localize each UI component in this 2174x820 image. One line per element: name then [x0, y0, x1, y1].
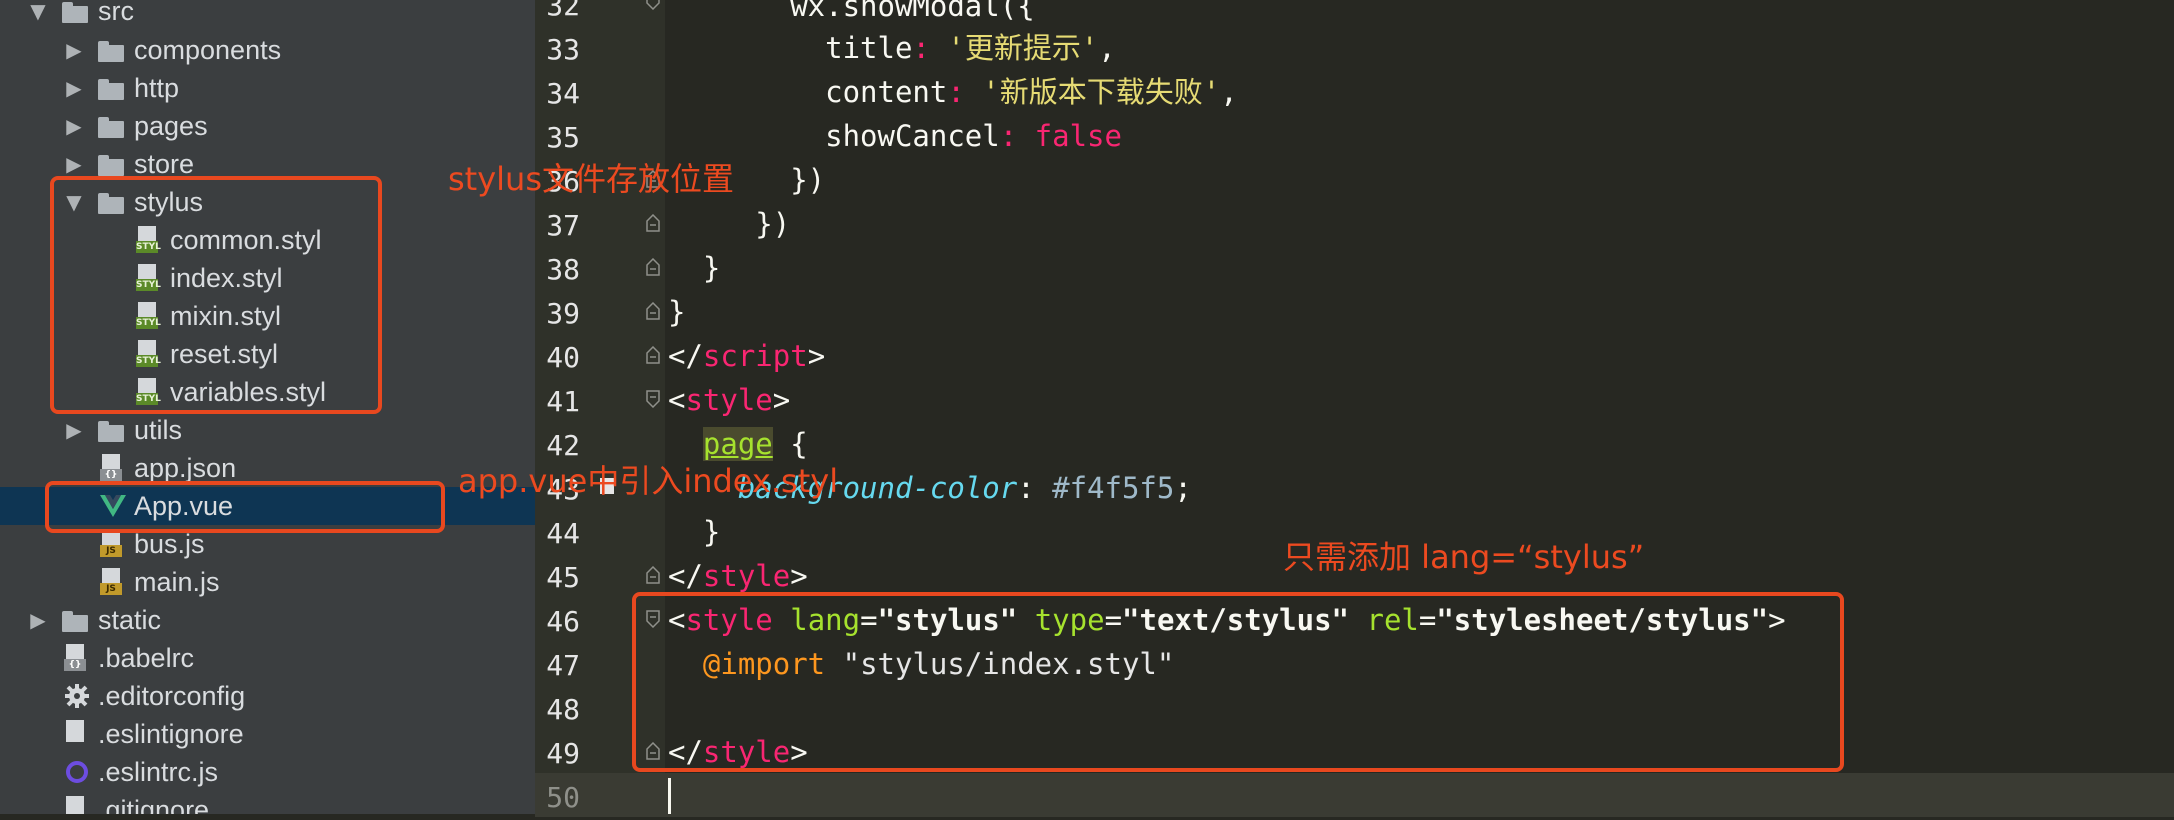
tree-item-label: utils [134, 415, 183, 445]
chevron-right-icon[interactable]: ▶ [26, 601, 50, 639]
line-number: 47 [546, 649, 580, 682]
tree-item-editorconfig[interactable]: .editorconfig [0, 677, 535, 715]
tree-item-http[interactable]: ▶ http [0, 69, 535, 107]
tree-item-label: components [134, 35, 282, 65]
line-number: 50 [546, 781, 580, 814]
chevron-right-icon[interactable]: ▶ [62, 31, 86, 69]
eslint-icon [66, 761, 88, 783]
js-file-icon: JS [100, 530, 122, 558]
folder-icon [98, 76, 124, 100]
fold-end-icon[interactable] [646, 302, 660, 320]
appvue-import-note: app.vue中引入index.styl [458, 462, 839, 500]
js-file-icon: JS [100, 568, 122, 596]
tree-item-static[interactable]: ▶ static [0, 601, 535, 639]
folder-icon [62, 0, 88, 23]
line-number: 34 [546, 77, 580, 110]
tree-item-label: .editorconfig [98, 681, 246, 711]
folder-icon [62, 608, 88, 632]
gear-icon [64, 683, 90, 709]
line-number: 49 [546, 737, 580, 770]
tree-item-eslintrc-js[interactable]: .eslintrc.js [0, 753, 535, 791]
tree-item-label: .gitignore [98, 795, 210, 814]
folder-icon [98, 418, 124, 442]
code-line-32[interactable]: wx.showModal({ [668, 0, 1034, 28]
line-number: 41 [546, 385, 580, 418]
fold-marker-icon[interactable] [646, 390, 660, 408]
line-number: 33 [546, 33, 580, 66]
code-line-33[interactable]: title: '更新提示', [668, 26, 1116, 70]
line-number: 38 [546, 253, 580, 286]
line-number: 44 [546, 517, 580, 550]
code-line-34[interactable]: content: '新版本下载失败', [668, 70, 1238, 114]
fold-end-icon[interactable] [646, 566, 660, 584]
tree-item-babelrc[interactable]: {} .babelrc [0, 639, 535, 677]
plain-file-icon [64, 720, 86, 748]
text-caret [668, 778, 671, 814]
line-number: 40 [546, 341, 580, 374]
fold-marker-icon[interactable] [646, 0, 660, 10]
chevron-right-icon[interactable]: ▶ [62, 107, 86, 145]
tree-item-gitignore[interactable]: .gitignore [0, 791, 535, 814]
folder-icon [98, 152, 124, 176]
line-number: 32 [546, 0, 580, 22]
code-line-35[interactable]: showCancel: false [668, 114, 1122, 158]
tree-item-main-js[interactable]: JS main.js [0, 563, 535, 601]
plain-file-icon [64, 796, 86, 814]
tree-item-label: src [98, 0, 134, 26]
folder-icon [98, 38, 124, 62]
code-line-37[interactable]: }) [668, 202, 790, 246]
code-line-44[interactable]: } [668, 510, 720, 554]
chevron-down-icon[interactable]: ▼ [26, 0, 50, 30]
tree-item-label: .eslintignore [98, 719, 244, 749]
fold-end-icon[interactable] [646, 258, 660, 276]
appvue-highlight [45, 481, 445, 533]
code-line-40[interactable]: </script> [668, 334, 825, 378]
json-file-icon: {} [64, 644, 86, 672]
code-line-41[interactable]: <style> [668, 378, 790, 422]
tree-item-label: http [134, 73, 180, 103]
tree-item-label: main.js [134, 567, 220, 597]
chevron-right-icon[interactable]: ▶ [62, 411, 86, 449]
tree-item-label: static [98, 605, 162, 635]
stylus-location-note: stylus文件存放位置 [448, 160, 735, 198]
folder-icon [98, 114, 124, 138]
fold-end-icon[interactable] [646, 214, 660, 232]
line-number: 48 [546, 693, 580, 726]
tree-item-components[interactable]: ▶ components [0, 31, 535, 69]
tree-item-label: pages [134, 111, 208, 141]
lang-note: 只需添加 lang=“stylus” [1283, 538, 1645, 576]
code-line-39[interactable]: } [668, 290, 685, 334]
tree-item-pages[interactable]: ▶ pages [0, 107, 535, 145]
chevron-right-icon[interactable]: ▶ [62, 69, 86, 107]
json-file-icon: {} [100, 454, 122, 482]
tree-item-src[interactable]: ▼ src [0, 0, 535, 30]
line-number: 39 [546, 297, 580, 330]
current-line-highlight [535, 773, 2174, 817]
code-line-38[interactable]: } [668, 246, 720, 290]
tree-item-eslintignore[interactable]: .eslintignore [0, 715, 535, 753]
tree-item-label: .babelrc [98, 643, 195, 673]
stylus-folder-highlight [50, 176, 382, 414]
line-number: 37 [546, 209, 580, 242]
style-block-highlight [632, 592, 1844, 772]
tree-item-label: .eslintrc.js [98, 757, 219, 787]
fold-end-icon[interactable] [646, 346, 660, 364]
line-number: 45 [546, 561, 580, 594]
tree-item-utils[interactable]: ▶ utils [0, 411, 535, 449]
line-number: 46 [546, 605, 580, 638]
